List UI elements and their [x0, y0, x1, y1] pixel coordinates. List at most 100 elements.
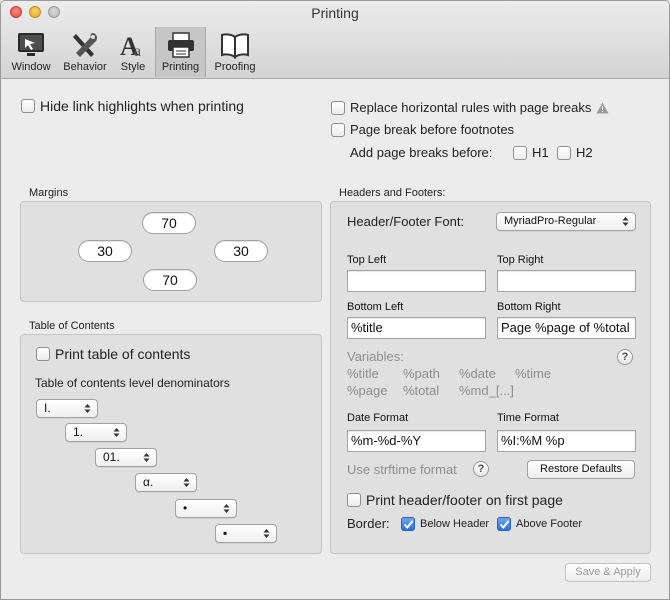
border-label: Border: [347, 516, 390, 531]
checkmark-icon [403, 519, 413, 529]
updown-arrows-icon [84, 404, 91, 413]
updown-arrows-icon [143, 453, 150, 462]
checkbox-box[interactable] [21, 99, 35, 113]
checkbox-label: Hide link highlights when printing [40, 98, 244, 114]
warning-icon [596, 102, 609, 113]
checkbox-label: Replace horizontal rules with page break… [350, 100, 592, 115]
popup-value: I. [44, 401, 51, 415]
style-font-icon: A a [120, 32, 141, 59]
checkbox-label: Below Header [420, 518, 490, 530]
toolbar-label: Proofing [214, 61, 256, 73]
bottom-left-field[interactable]: %title [347, 317, 486, 339]
checkbox-box[interactable] [401, 517, 415, 531]
checkbox-box[interactable] [557, 145, 571, 160]
top-right-field[interactable] [497, 270, 636, 292]
toolbar-item-window[interactable]: Window [5, 27, 57, 77]
tools-icon [73, 33, 97, 57]
margin-top-field[interactable]: 70 [142, 212, 196, 234]
printer-icon [167, 32, 194, 58]
checkbox-box[interactable] [331, 122, 345, 137]
top-right-label: Top Right [497, 254, 544, 266]
checkbox-label: H2 [576, 145, 593, 160]
top-left-field[interactable] [347, 270, 486, 292]
toolbar-label: Behavior [63, 61, 107, 73]
variable-title: %title [347, 366, 379, 381]
replace-hr-checkbox[interactable]: Replace horizontal rules with page break… [331, 100, 609, 115]
variable-path: %path [403, 366, 440, 381]
checkbox-box[interactable] [331, 100, 345, 115]
book-icon [221, 33, 249, 59]
restore-defaults-button[interactable]: Restore Defaults [527, 460, 635, 479]
variables-label: Variables: [347, 349, 404, 364]
updown-arrows-icon [263, 529, 270, 538]
updown-arrows-icon [223, 504, 230, 513]
margin-bottom-field[interactable]: 70 [143, 269, 197, 291]
save-apply-button[interactable]: Save & Apply [565, 563, 651, 582]
hide-link-highlights-checkbox[interactable]: Hide link highlights when printing [21, 98, 244, 114]
bottom-left-label: Bottom Left [347, 301, 404, 313]
bottom-right-field[interactable]: Page %page of %total [497, 317, 636, 339]
toc-level-6-popup[interactable]: ▪ [215, 524, 277, 543]
above-footer-checkbox[interactable]: Above Footer [497, 517, 582, 531]
margins-group-label: Margins [29, 187, 69, 199]
checkbox-box[interactable] [347, 493, 361, 507]
toolbar-item-printing[interactable]: Printing [155, 27, 206, 77]
checkbox-box[interactable] [497, 517, 511, 531]
font-label: Header/Footer Font: [347, 214, 465, 229]
window-title: Printing [311, 5, 359, 21]
variables-help-icon[interactable]: ? [617, 349, 633, 365]
checkbox-label: Print header/footer on first page [366, 492, 563, 508]
date-format-field[interactable]: %m-%d-%Y [347, 430, 486, 452]
toc-level-1-popup[interactable]: I. [36, 399, 98, 418]
variable-time: %time [515, 366, 552, 381]
checkbox-box[interactable] [36, 347, 50, 361]
variable-md: %md_[...] [459, 383, 514, 398]
header-footer-font-popup[interactable]: MyriadPro-Regular [496, 212, 636, 231]
checkbox-label: Above Footer [516, 518, 583, 530]
bottom-right-label: Bottom Right [497, 301, 561, 313]
variable-date: %date [459, 366, 496, 381]
margins-box: 70 30 30 70 [20, 201, 322, 302]
margin-right-field[interactable]: 30 [214, 240, 268, 262]
toc-level-5-popup[interactable]: • [175, 499, 237, 518]
margin-left-field[interactable]: 30 [78, 240, 132, 262]
toc-box: Print table of contents Table of content… [20, 334, 322, 554]
toc-level-4-popup[interactable]: α. [135, 473, 197, 492]
popup-value: ▪ [223, 526, 228, 540]
checkbox-label: Print table of contents [55, 346, 191, 362]
toolbar-item-proofing[interactable]: Proofing [208, 27, 262, 77]
popup-value: 01. [103, 450, 120, 464]
toolbar-item-behavior[interactable]: Behavior [59, 27, 111, 77]
variable-total: %total [403, 383, 440, 398]
updown-arrows-icon [183, 478, 190, 487]
print-first-page-checkbox[interactable]: Print header/footer on first page [347, 492, 563, 508]
strftime-help-icon[interactable]: ? [473, 461, 489, 477]
toc-group-label: Table of Contents [29, 320, 115, 332]
popup-value: MyriadPro-Regular [504, 215, 597, 227]
preferences-window: Printing Window Behavior A a Style Print… [0, 0, 670, 600]
toc-denominators-label: Table of contents level denominators [35, 376, 230, 390]
toc-level-3-popup[interactable]: 01. [95, 448, 157, 467]
svg-text:a: a [134, 43, 141, 59]
print-toc-checkbox[interactable]: Print table of contents [36, 346, 190, 362]
variable-page: %page [347, 383, 388, 398]
time-format-field[interactable]: %I:%M %p [497, 430, 636, 452]
toc-level-2-popup[interactable]: 1. [65, 423, 127, 442]
checkbox-box[interactable] [513, 145, 527, 160]
toolbar-item-style[interactable]: A a Style [113, 27, 153, 77]
date-format-label: Date Format [347, 412, 409, 424]
toolbar-label: Style [120, 61, 146, 73]
popup-value: • [183, 501, 188, 515]
top-left-label: Top Left [347, 254, 387, 266]
h2-checkbox[interactable]: H2 [557, 145, 593, 160]
h1-checkbox[interactable]: H1 [513, 145, 549, 160]
below-header-checkbox[interactable]: Below Header [401, 517, 489, 531]
window-icon [18, 33, 44, 56]
add-page-breaks-label: Add page breaks before: [350, 145, 493, 160]
page-break-footnotes-checkbox[interactable]: Page break before footnotes [331, 122, 514, 137]
headers-footers-group-label: Headers and Footers: [339, 187, 446, 199]
checkmark-icon [499, 519, 509, 529]
toolbar-label: Printing [161, 61, 200, 73]
checkbox-label: H1 [532, 145, 549, 160]
updown-arrows-icon [113, 428, 120, 437]
